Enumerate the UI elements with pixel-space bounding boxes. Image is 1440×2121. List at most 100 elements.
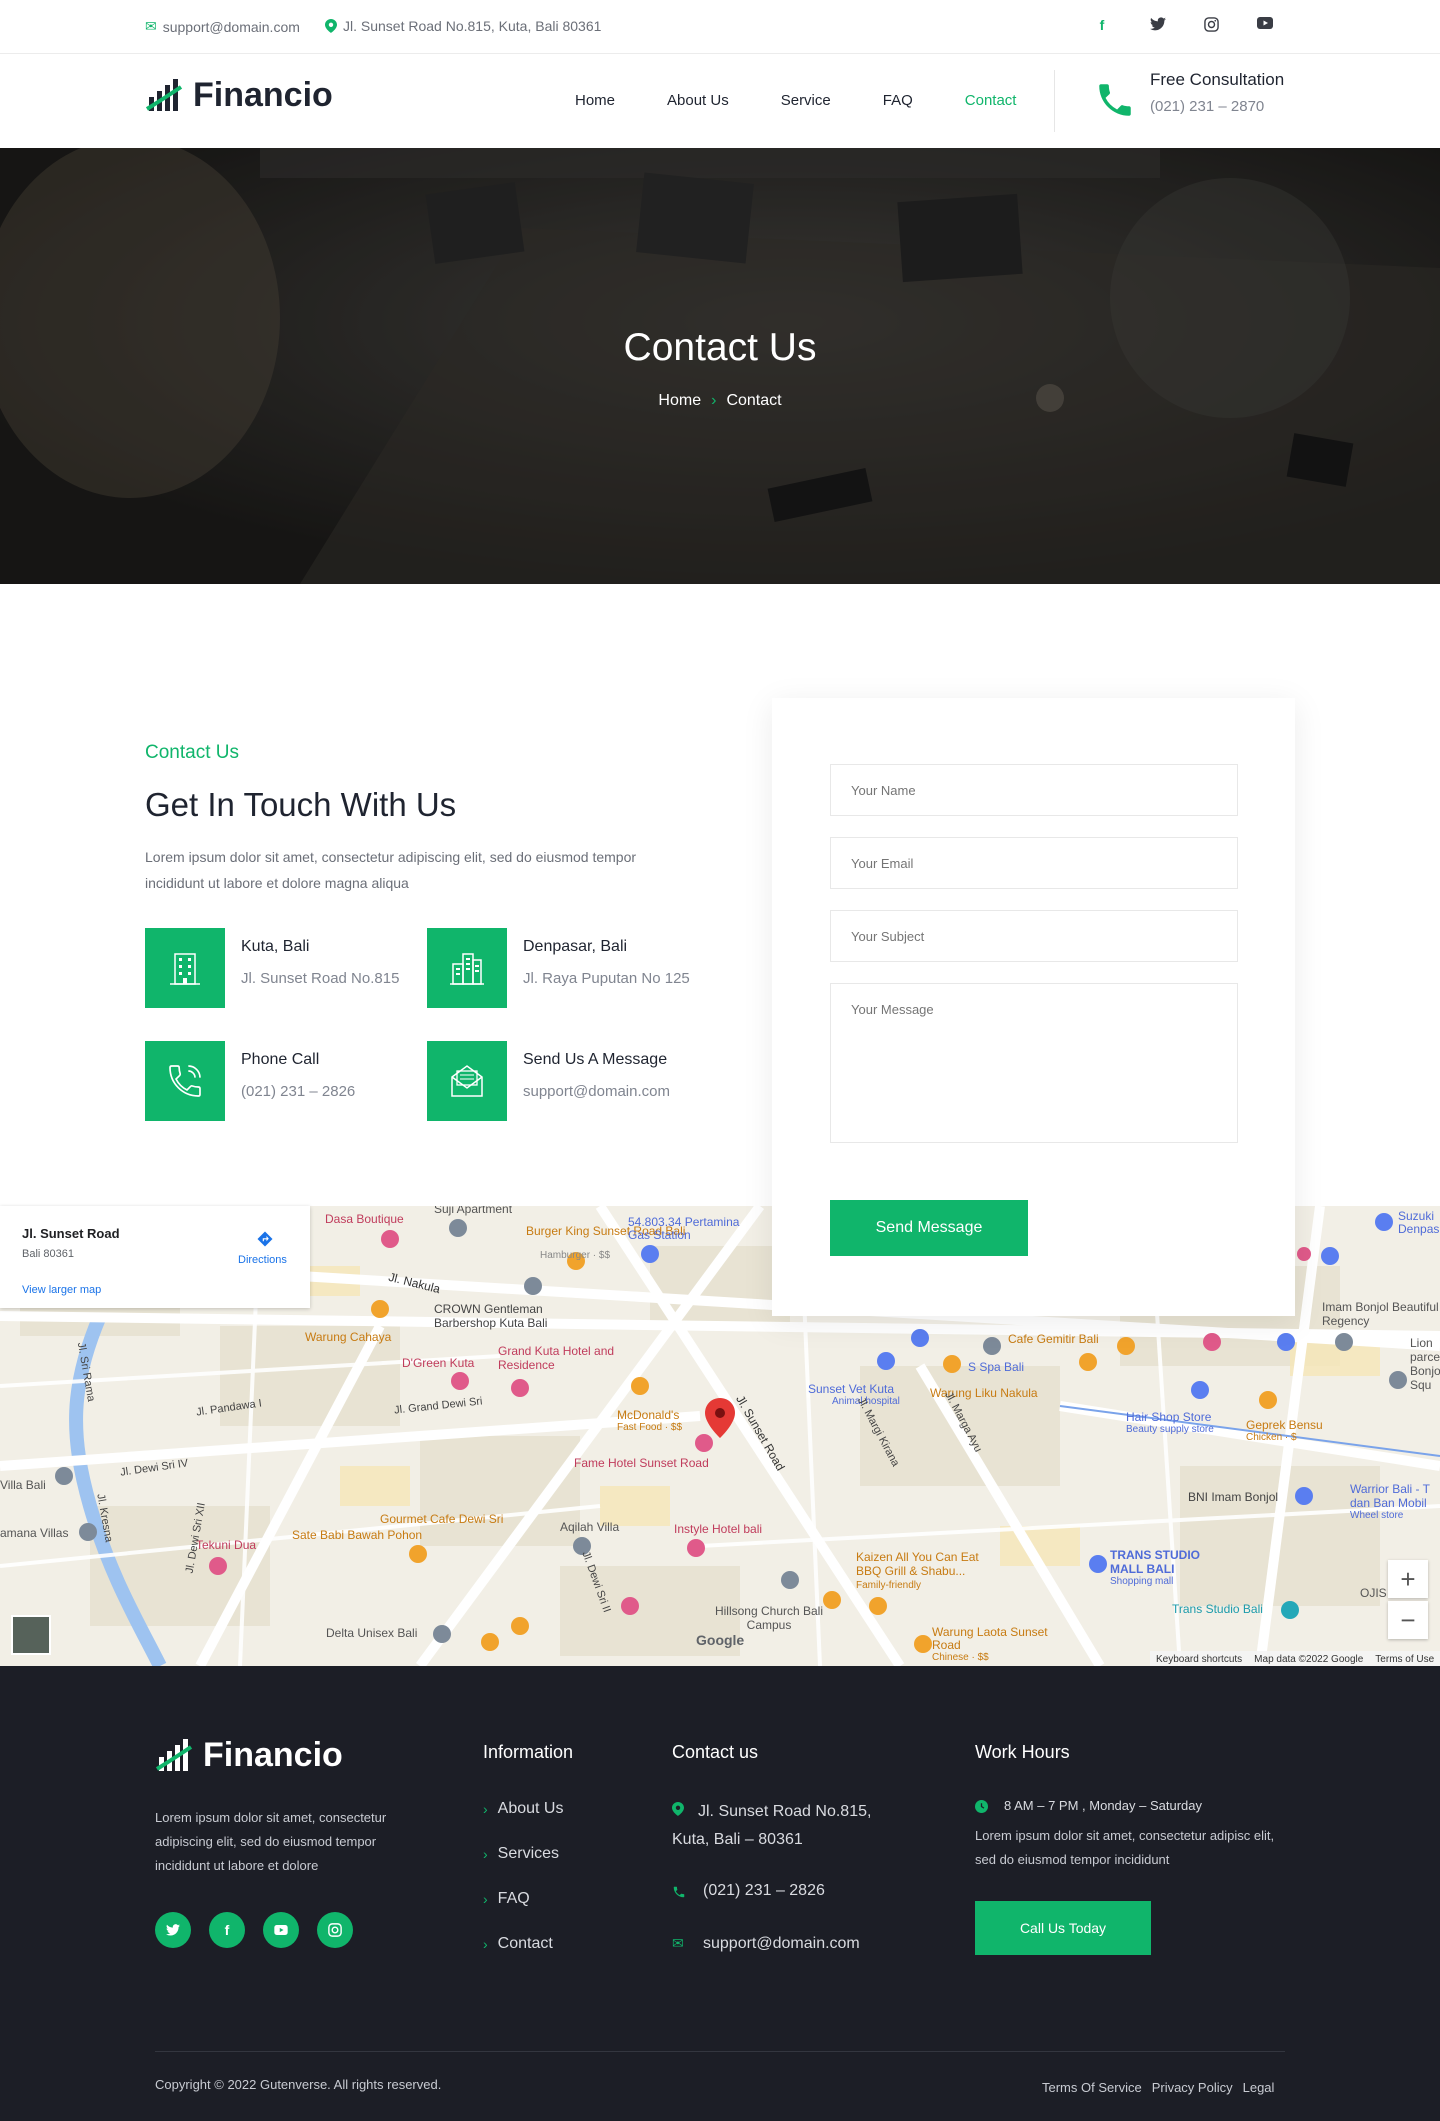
footer-contact-title: Contact us (672, 1742, 759, 1762)
footer-link-services[interactable]: › Services (483, 1845, 559, 1863)
brand-logo[interactable]: Financio (145, 76, 333, 115)
terms-link[interactable]: Terms Of Service (1042, 2080, 1142, 2095)
terms-of-use-link[interactable]: Terms of Use (1375, 1654, 1434, 1665)
message-textarea[interactable] (830, 983, 1238, 1143)
chevron-right-icon: › (483, 1936, 488, 1952)
instagram-icon[interactable] (317, 1912, 353, 1948)
map-label: Sunset Vet Kuta (808, 1382, 895, 1396)
view-larger-map-link[interactable]: View larger map (22, 1284, 101, 1296)
map-label: Lion parcel Bonjol Squ (1410, 1336, 1440, 1392)
map-label: Gourmet Cafe Dewi Sri (380, 1512, 504, 1526)
instagram-icon[interactable] (1204, 17, 1219, 32)
youtube-icon[interactable] (1257, 17, 1273, 29)
nav-faq[interactable]: FAQ (883, 92, 913, 109)
footer-link-faq[interactable]: › FAQ (483, 1890, 530, 1908)
legal-link[interactable]: Legal (1243, 2080, 1275, 2095)
map-label: Hamburger · $$ (540, 1250, 611, 1261)
footer-phone[interactable]: (021) 231 – 2826 (703, 1882, 825, 1900)
map-label: Suzuki Denpas (1398, 1209, 1440, 1236)
logo-icon (145, 78, 183, 111)
zoom-in-button[interactable]: + (1388, 1560, 1428, 1598)
call-us-today-button[interactable]: Call Us Today (975, 1901, 1151, 1955)
map-label: Fame Hotel Sunset Road (574, 1456, 709, 1470)
footer-info-title: Information (483, 1742, 574, 1762)
map-label: 54.803.34 Pertamina Gas Station (628, 1215, 740, 1242)
map-place-name: Jl. Sunset Road (22, 1226, 120, 1241)
map-label: Sate Babi Bawah Pohon (292, 1528, 423, 1542)
map-data-label: Map data ©2022 Google (1254, 1654, 1364, 1665)
free-consultation[interactable]: Free Consultation (021) 231 – 2870 (1150, 70, 1284, 115)
map-label: Beauty supply store (1126, 1424, 1214, 1435)
footer-link-about[interactable]: › About Us (483, 1800, 563, 1818)
name-input[interactable] (830, 764, 1238, 816)
map-label: OJIS (1360, 1586, 1387, 1600)
section-lead: Lorem ipsum dolor sit amet, consectetur … (145, 849, 637, 891)
map-label: Warung Laota Sunset Road (932, 1625, 1048, 1652)
info-card-denpasar: Denpasar, Bali Jl. Raya Puputan No 125 (427, 928, 690, 1008)
nav-home[interactable]: Home (575, 92, 615, 109)
footer-link-contact[interactable]: › Contact (483, 1935, 553, 1953)
mail-icon: ✉ (672, 1935, 684, 1951)
twitter-icon[interactable] (155, 1912, 191, 1948)
copyright: Copyright © 2022 Gutenverse. All rights … (155, 2077, 442, 2092)
map-label: amana Villas (0, 1526, 69, 1540)
breadcrumb-current: Contact (726, 392, 782, 409)
footer-hours-text: Lorem ipsum dolor sit amet, consectetur … (975, 1828, 1275, 1867)
chevron-right-icon: › (483, 1801, 488, 1817)
map-place-address: Bali 80361 (22, 1248, 74, 1260)
chevron-right-icon: › (711, 392, 717, 409)
nav-contact[interactable]: Contact (965, 92, 1017, 109)
topbar-email[interactable]: ✉ support@domain.com (145, 18, 300, 35)
building-icon (145, 928, 225, 1008)
facebook-icon[interactable]: f (209, 1912, 245, 1948)
privacy-link[interactable]: Privacy Policy (1152, 2080, 1233, 2095)
legal-links: Terms Of Service Privacy Policy Legal (1042, 2080, 1274, 2095)
chevron-right-icon: › (483, 1846, 488, 1862)
subject-input[interactable] (830, 910, 1238, 962)
youtube-icon[interactable] (263, 1912, 299, 1948)
map-label: Dasa Boutique (325, 1212, 404, 1226)
map-place-card: Jl. Sunset Road Bali 80361 View larger m… (0, 1206, 310, 1308)
footer-brand-logo[interactable]: Financio (155, 1736, 343, 1775)
facebook-icon[interactable]: f (1092, 17, 1112, 33)
map-label: Wheel store (1350, 1510, 1404, 1521)
map-label: McDonald's (617, 1408, 680, 1422)
map-label: Delta Unisex Bali (326, 1626, 418, 1640)
directions-link[interactable]: Directions (238, 1254, 287, 1266)
map-label: Hillsong Church Bali Campus (714, 1604, 824, 1632)
page-title: Contact Us (623, 326, 817, 369)
map-label: CROWN Gentleman Barbershop Kuta Bali (434, 1302, 548, 1330)
footer: Financio Lorem ipsum dolor sit amet, con… (0, 1666, 1440, 2121)
map-label: Tekuni Dua (196, 1538, 257, 1552)
map-label: Chicken · $ (1246, 1432, 1297, 1443)
keyboard-shortcuts-link[interactable]: Keyboard shortcuts (1156, 1654, 1242, 1665)
logo-icon (155, 1738, 193, 1771)
nav-divider (1054, 70, 1055, 132)
map-label: Imam Bonjol Beautiful Regency (1322, 1300, 1439, 1328)
zoom-out-button[interactable]: − (1388, 1601, 1428, 1639)
map-label: D'Green Kuta (402, 1356, 475, 1370)
footer-divider (155, 2051, 1285, 2052)
map-label: Chinese · $$ (932, 1652, 989, 1663)
nav-about[interactable]: About Us (667, 92, 729, 109)
directions-icon[interactable] (256, 1230, 274, 1248)
map-label: Suji Apartment (434, 1206, 513, 1216)
map-label: Geprek Bensu (1246, 1418, 1323, 1432)
footer-address: Jl. Sunset Road No.815, Kuta, Bali – 803… (672, 1803, 872, 1848)
twitter-icon[interactable] (1150, 17, 1166, 31)
map-label: Instyle Hotel bali (674, 1522, 763, 1536)
map-label: BNI Imam Bonjol (1188, 1490, 1279, 1504)
map-label: Aqilah Villa (560, 1520, 620, 1534)
chevron-right-icon: › (483, 1891, 488, 1907)
send-message-button[interactable]: Send Message (830, 1200, 1028, 1256)
nav-service[interactable]: Service (781, 92, 831, 109)
mail-icon: ✉ (145, 18, 157, 34)
footer-email[interactable]: support@domain.com (703, 1935, 860, 1953)
breadcrumb-home[interactable]: Home (658, 392, 701, 409)
map-pin-icon (325, 19, 337, 33)
map-label: Warrior Bali - T dan Ban Mobil (1350, 1482, 1430, 1510)
map-label: Hair Shop Store (1126, 1410, 1212, 1424)
email-input[interactable] (830, 837, 1238, 889)
city-icon (427, 928, 507, 1008)
breadcrumb: Home › Contact (0, 392, 1440, 410)
